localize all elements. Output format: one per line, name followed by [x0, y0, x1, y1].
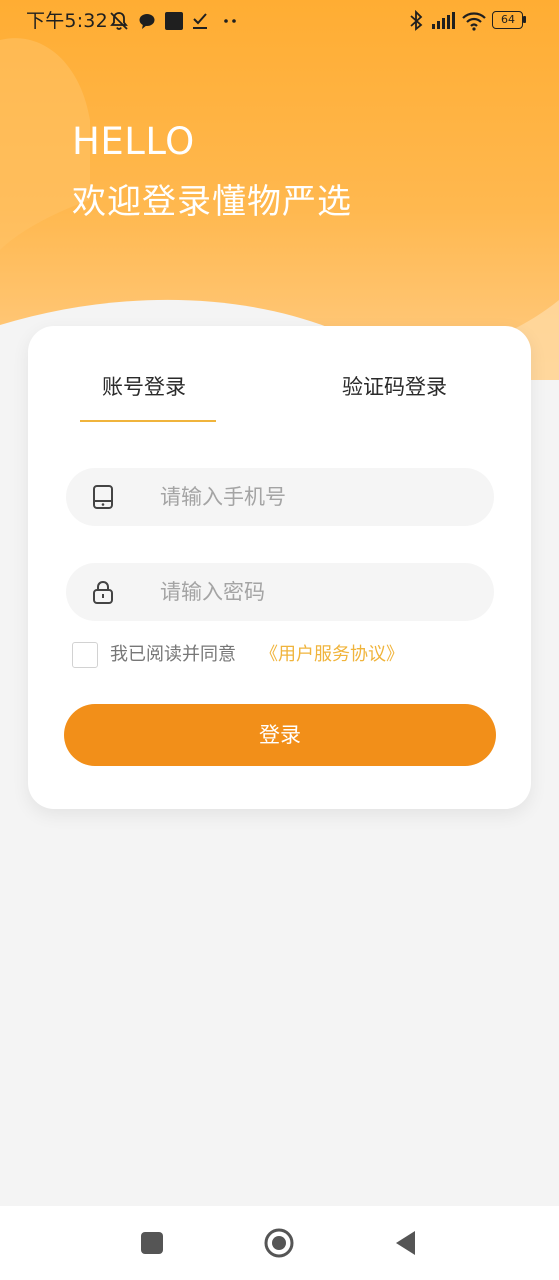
recent-apps-icon[interactable]: [137, 1228, 167, 1258]
wifi-icon: [462, 12, 486, 31]
back-icon[interactable]: [391, 1228, 421, 1258]
navigation-bar: [0, 1206, 559, 1280]
battery-icon: 64: [492, 11, 526, 29]
phone-field[interactable]: [66, 468, 494, 526]
home-icon[interactable]: [264, 1228, 294, 1258]
checklist-icon: [193, 13, 207, 29]
status-time: 下午5:32: [26, 10, 108, 32]
more-dots-icon: [224, 19, 236, 23]
status-bar: 下午5:32 64: [0, 0, 559, 42]
password-field[interactable]: [66, 563, 494, 621]
password-input[interactable]: [160, 563, 470, 621]
tab-account-login[interactable]: 账号登录: [102, 372, 186, 402]
welcome-title: 欢迎登录懂物严选: [72, 182, 352, 222]
login-button[interactable]: 登录: [64, 704, 496, 766]
login-card: 账号登录 验证码登录 我已阅读并同意 《用户服务协议》 登录: [28, 326, 531, 809]
signal-icon: [432, 12, 455, 29]
tab-code-login[interactable]: 验证码登录: [342, 372, 447, 402]
chat-bubble-icon: [139, 14, 155, 29]
app-square-icon: [165, 12, 183, 30]
battery-level: 64: [501, 13, 515, 26]
agreement-checkbox[interactable]: [72, 642, 98, 668]
phone-input[interactable]: [160, 468, 470, 526]
active-tab-indicator: [80, 420, 216, 422]
agreement-text: 我已阅读并同意: [110, 644, 236, 665]
bluetooth-icon: [410, 10, 423, 31]
bell-off-icon: [110, 12, 128, 30]
user-agreement-link[interactable]: 《用户服务协议》: [260, 643, 404, 667]
phone-icon: [93, 485, 113, 509]
hello-title: HELLO: [72, 120, 195, 163]
lock-icon: [93, 580, 113, 604]
